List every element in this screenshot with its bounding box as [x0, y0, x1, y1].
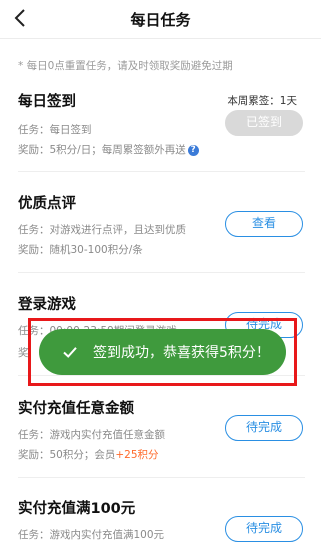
page-title: 每日任务 [130, 11, 191, 29]
divider [18, 477, 305, 478]
reward-text: 奖励：5积分/日；每周累签额外再送 [18, 144, 186, 156]
task-reward-quality-review: 奖励：随机30-100积分/条 [18, 244, 143, 256]
header-divider [0, 38, 321, 39]
task-reward-daily-checkin: 奖励：5积分/日；每周累签额外再送? [18, 142, 199, 157]
header: 每日任务 [0, 0, 321, 38]
reset-notice: * 每日0点重置任务，请及时领取奖励避免过期 [18, 60, 233, 72]
task-title-daily-checkin: 每日签到 [18, 94, 76, 110]
pending-button-recharge-100[interactable]: 待完成 [225, 516, 303, 542]
success-toast: 签到成功，恭喜获得5积分！ [39, 329, 286, 375]
divider [18, 272, 305, 273]
divider [18, 171, 305, 172]
view-button[interactable]: 查看 [225, 211, 303, 237]
task-desc-recharge-any: 任务：游戏内实付充值任意金额 [18, 429, 165, 441]
toast-highlight-box: 签到成功，恭喜获得5积分！ [28, 318, 297, 386]
task-title-login-game: 登录游戏 [18, 297, 76, 313]
help-icon[interactable]: ? [187, 145, 199, 156]
task-title-quality-review: 优质点评 [18, 196, 76, 212]
task-title-recharge-100: 实付充值满100元 [18, 501, 136, 517]
check-icon [63, 347, 77, 358]
task-desc-recharge-100: 任务：游戏内实付充值满100元 [18, 529, 165, 541]
task-title-recharge-any: 实付充值任意金额 [18, 401, 134, 417]
task-desc-daily-checkin: 任务：每日签到 [18, 124, 92, 136]
task-desc-quality-review: 任务：对游戏进行点评，且达到优质 [18, 224, 186, 236]
task-reward-recharge-any: 奖励：50积分；会员+25积分 [18, 447, 159, 462]
checked-in-button: 已签到 [225, 110, 303, 136]
toast-message: 签到成功，恭喜获得5积分！ [93, 345, 270, 361]
reward-text: 奖励：50积分；会员 [18, 449, 116, 461]
pending-button-recharge-any[interactable]: 待完成 [225, 415, 303, 441]
weekly-streak-label: 本周累签：1天 [227, 95, 297, 107]
member-bonus: +25积分 [115, 449, 159, 461]
task-reward-login-game: 奖 [18, 347, 29, 359]
